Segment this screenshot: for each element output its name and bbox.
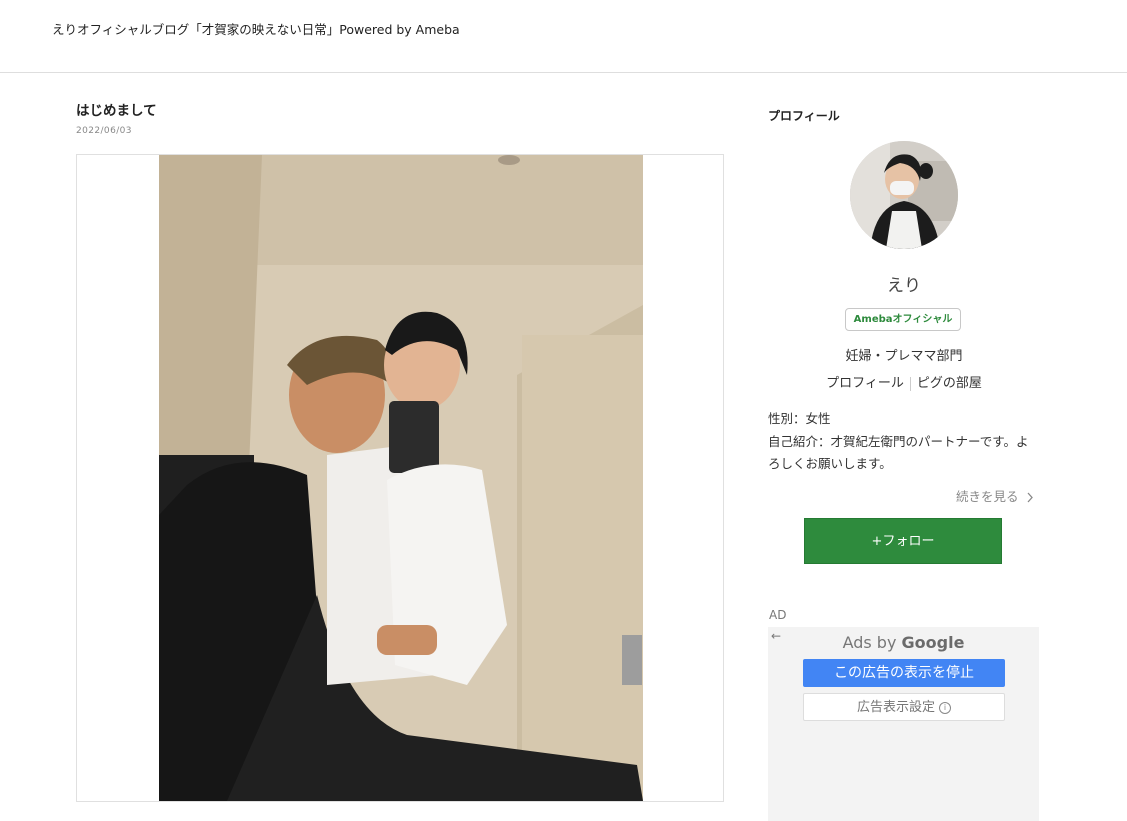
ad-label: AD: [769, 608, 787, 622]
ad-settings-button[interactable]: 広告表示設定 i: [803, 693, 1005, 721]
profile-link[interactable]: プロフィール: [820, 372, 910, 391]
article-title[interactable]: はじめまして: [76, 99, 157, 119]
google-logo: Google: [901, 633, 965, 652]
read-more-label: 続きを見る: [956, 489, 1019, 504]
profile-name[interactable]: えり: [768, 271, 1040, 296]
avatar-image: [850, 141, 958, 249]
ads-by-label: Ads by: [842, 633, 897, 652]
blog-title-link[interactable]: えりオフィシャルブログ「才賀家の映えない日常」Powered by Ameba: [52, 19, 460, 38]
chevron-right-icon: [1027, 492, 1033, 503]
stop-ad-button[interactable]: この広告の表示を停止: [803, 659, 1005, 687]
profile-genre[interactable]: 妊婦・プレママ部門: [768, 345, 1040, 364]
article-date: 2022/06/03: [76, 126, 132, 136]
ameba-official-badge: Amebaオフィシャル: [845, 308, 961, 331]
site-header: えりオフィシャルブログ「才賀家の映えない日常」Powered by Ameba: [0, 0, 1127, 73]
pigg-room-link[interactable]: ピグの部屋: [911, 372, 988, 391]
ads-by-google: Ads by Google: [768, 633, 1039, 652]
profile-detail: 性別：女性 自己紹介：才賀紀左衛門のパートナーです。よろしくお願いします。: [768, 408, 1040, 476]
profile-avatar[interactable]: [850, 141, 958, 249]
ad-container: [768, 627, 1039, 821]
article-photo[interactable]: [76, 154, 724, 802]
follow-button[interactable]: +フォロー: [804, 518, 1002, 564]
profile-intro: 自己紹介：才賀紀左衛門のパートナーです。よろしくお願いします。: [768, 433, 1029, 472]
profile-links: プロフィール ピグの部屋: [768, 372, 1040, 391]
mirror-selfie-image: [77, 155, 723, 801]
profile-heading: プロフィール: [768, 109, 840, 123]
ad-settings-label: 広告表示設定: [856, 700, 935, 715]
info-icon: i: [939, 701, 951, 714]
read-more-link[interactable]: 続きを見る: [956, 486, 1034, 505]
profile-gender: 性別：女性: [768, 411, 831, 426]
